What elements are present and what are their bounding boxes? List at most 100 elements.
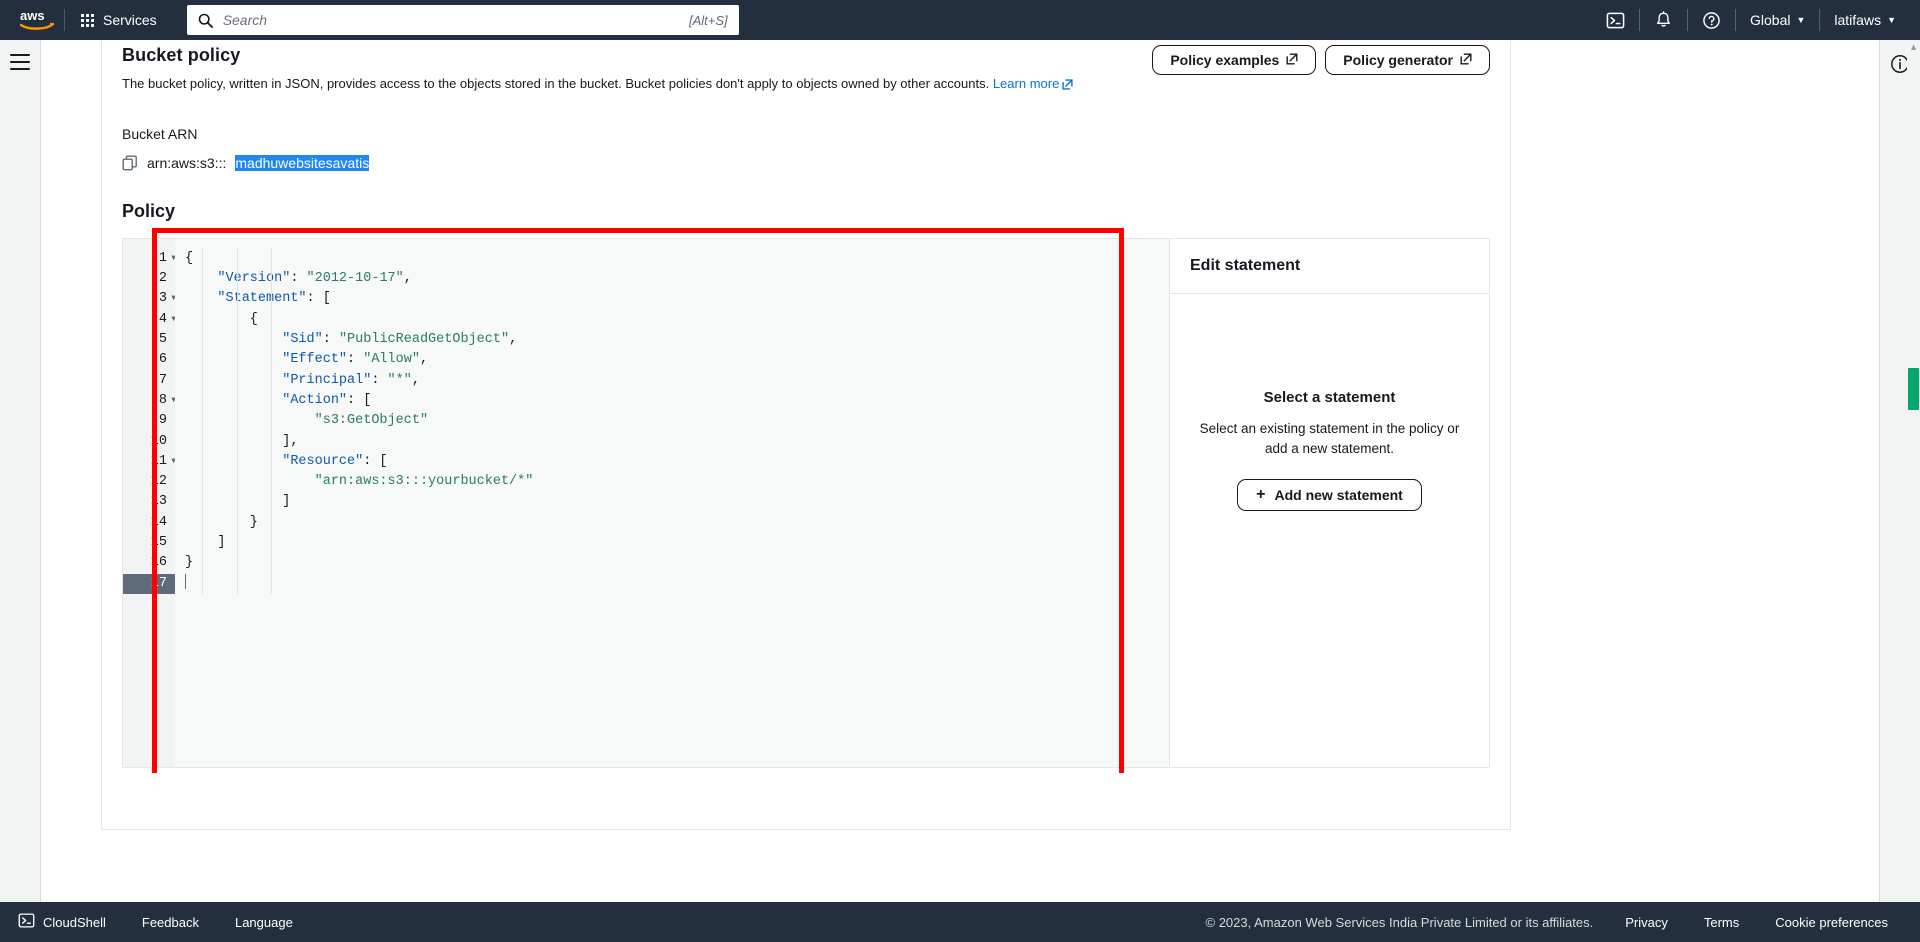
global-search-box[interactable]: [Alt+S]	[186, 5, 739, 35]
editor-line-number: 1 ▼	[123, 249, 176, 269]
code-token: "PublicReadGetObject"	[338, 332, 510, 348]
editor-line-number: 11 ▼	[123, 452, 176, 472]
scroll-up-arrow-icon[interactable]: ▲	[1909, 42, 1918, 52]
editor-line-number: 3 ▼	[123, 289, 176, 309]
footer-terms-link[interactable]: Terms	[1686, 915, 1757, 930]
code-token: {	[185, 311, 258, 327]
account-menu[interactable]: latifaws ▼	[1820, 0, 1910, 40]
learn-more-link[interactable]: Learn more	[993, 76, 1059, 91]
region-selector[interactable]: Global ▼	[1736, 0, 1819, 40]
editor-code-line: "Resource": [	[185, 452, 1169, 472]
code-token: :	[347, 352, 364, 368]
editor-code-line: }	[185, 513, 1169, 533]
policy-generator-button[interactable]: Policy generator	[1325, 45, 1490, 75]
external-link-icon	[1460, 52, 1472, 68]
code-token: "Allow"	[363, 352, 420, 368]
footer-right-group: © 2023, Amazon Web Services India Privat…	[1206, 915, 1920, 930]
editor-code-line: "Sid": "PublicReadGetObject",	[185, 330, 1169, 350]
search-shortcut-hint: [Alt+S]	[689, 12, 728, 28]
editor-line-number: 5	[158, 332, 167, 348]
grid-icon	[81, 13, 94, 27]
footer-cloudshell-button[interactable]: CloudShell	[0, 902, 124, 942]
nav-right-group: Global ▼ latifaws ▼	[1592, 0, 1920, 40]
footer-language-label: Language	[234, 914, 293, 930]
editor-line-number: 15	[150, 535, 167, 550]
policy-examples-button[interactable]: Policy examples	[1152, 45, 1317, 75]
code-token: "2012-10-17"	[306, 271, 404, 287]
chevron-down-icon: ▼	[1796, 14, 1806, 25]
editor-code-content[interactable]: { "Version": "2012-10-17", "Statement": …	[175, 238, 1169, 767]
editor-line-number: 12	[150, 474, 167, 490]
footer-privacy-link[interactable]: Privacy	[1607, 915, 1686, 930]
question-circle-icon[interactable]	[1688, 0, 1735, 40]
cloudshell-icon	[18, 912, 35, 932]
editor-code-line: ],	[185, 432, 1169, 452]
editor-code-line: ]	[185, 533, 1169, 553]
editor-code-line: ]	[185, 492, 1169, 512]
search-icon	[198, 13, 213, 28]
editor-line-number: 7	[158, 372, 167, 388]
code-token: :	[371, 372, 388, 388]
svg-text:aws: aws	[20, 8, 45, 23]
code-token: {	[185, 250, 194, 266]
footer-feedback-link[interactable]: Feedback	[124, 902, 217, 942]
bucket-arn-selected-text[interactable]: madhuwebsitesavatis	[235, 154, 370, 171]
page-scrollbar-thumb[interactable]	[1908, 368, 1919, 410]
editor-line-number: 16	[150, 555, 167, 571]
main-content-area: Bucket policy The bucket policy, written…	[41, 40, 1879, 902]
editor-line-number: 8 ▼	[123, 391, 176, 411]
page-title: Bucket policy	[122, 45, 241, 65]
code-token: "Version"	[217, 271, 291, 287]
edit-statement-header: Edit statement	[1170, 239, 1489, 294]
code-token: "Action"	[282, 392, 348, 408]
services-label: Services	[103, 12, 157, 28]
account-label: latifaws	[1834, 12, 1882, 28]
editor-code-line: "Effect": "Allow",	[185, 350, 1169, 370]
bucket-arn-label: Bucket ARN	[122, 125, 198, 142]
search-input[interactable]	[222, 12, 690, 28]
editor-line-number: 9	[158, 413, 167, 429]
editor-line-number: 17	[123, 573, 175, 594]
code-token: "Sid"	[282, 332, 323, 348]
services-menu-button[interactable]: Services	[67, 0, 171, 40]
code-token: "arn:aws:s3:::yourbucket/*"	[314, 474, 534, 490]
code-token: }	[185, 555, 194, 571]
add-new-statement-label: Add new statement	[1274, 487, 1403, 504]
editor-code-line: "Action": [	[185, 391, 1169, 411]
editor-code-line: {	[185, 310, 1169, 330]
code-token: "Resource"	[282, 453, 364, 469]
aws-logo-icon[interactable]: aws	[0, 0, 62, 40]
editor-code-line: "arn:aws:s3:::yourbucket/*"	[185, 472, 1169, 492]
add-new-statement-button[interactable]: + Add new statement	[1237, 479, 1422, 512]
hamburger-menu-icon[interactable]	[10, 54, 30, 70]
chevron-down-icon: ▼	[1887, 14, 1896, 25]
code-token: :	[322, 332, 339, 348]
card-header-text: Bucket policy The bucket policy, written…	[122, 45, 1073, 96]
external-link-icon	[1286, 52, 1298, 68]
global-navigation-bar: aws Services [Alt+S]	[0, 0, 1920, 40]
bucket-policy-card: Bucket policy The bucket policy, written…	[101, 40, 1511, 830]
region-label: Global	[1750, 12, 1791, 28]
left-navigation-rail	[0, 40, 41, 902]
json-editor-pane[interactable]: 1 ▼ 2 3 ▼ 4 ▼ 5 6 7 8 ▼ 9 10 11 ▼ 12 13 14 15 16 17 { "Versio…	[123, 238, 1169, 767]
policy-examples-label: Policy examples	[1170, 52, 1280, 68]
footer-language-selector[interactable]: Language	[217, 902, 311, 942]
page-scrollbar-track[interactable]	[1907, 40, 1920, 902]
edit-statement-empty-state: Select a statement Select an existing st…	[1170, 294, 1489, 767]
bell-icon[interactable]	[1640, 0, 1687, 40]
code-token: :	[290, 271, 307, 287]
cloudshell-icon[interactable]	[1592, 0, 1639, 40]
policy-section-title: Policy	[122, 200, 176, 221]
code-token: ,	[403, 271, 412, 287]
editor-code-line: "Version": "2012-10-17",	[185, 269, 1169, 289]
bucket-arn-prefix: arn:aws:s3:::	[147, 154, 227, 171]
policy-generator-label: Policy generator	[1343, 52, 1453, 68]
editor-line-number: 4 ▼	[123, 310, 176, 330]
nav-divider	[64, 9, 65, 31]
footer-cookie-preferences-link[interactable]: Cookie preferences	[1757, 915, 1906, 930]
editor-code-line: "s3:GetObject"	[185, 411, 1169, 431]
code-token: "*"	[387, 372, 412, 388]
copy-icon[interactable]	[122, 155, 138, 171]
editor-code-line: "Principal": "*",	[185, 371, 1169, 391]
